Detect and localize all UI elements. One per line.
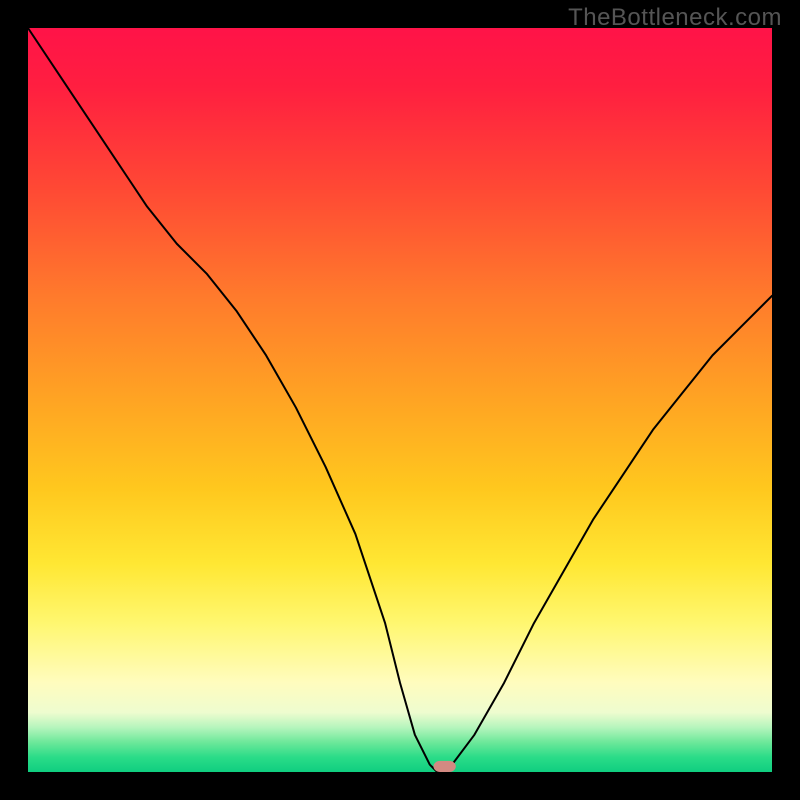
plot-area [28,28,772,772]
bottleneck-curve [28,28,772,772]
chart-frame: TheBottleneck.com [0,0,800,800]
optimum-marker [433,761,455,772]
curve-layer [28,28,772,772]
watermark-text: TheBottleneck.com [568,4,782,32]
